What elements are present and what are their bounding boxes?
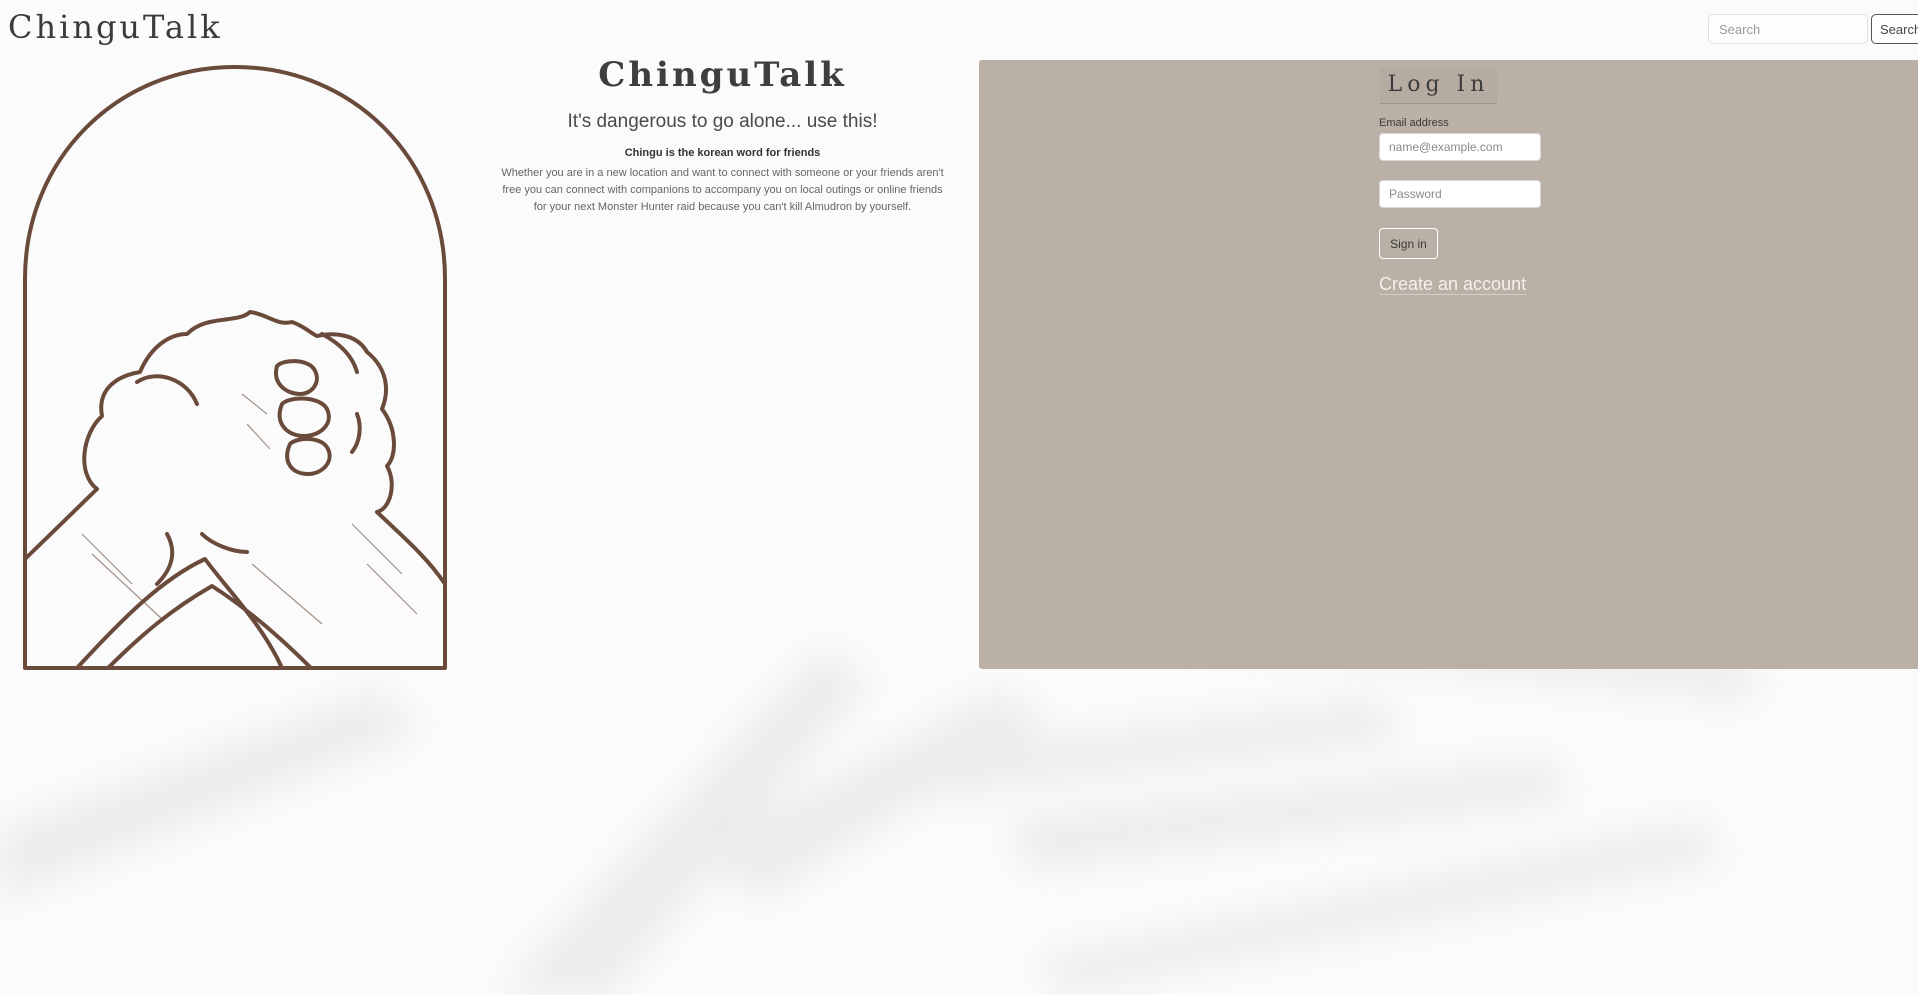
search-button[interactable]: Search bbox=[1871, 14, 1918, 44]
page: ChinguTalk Search ChinguTal bbox=[0, 0, 1918, 995]
intro-section: ChinguTalk It's dangerous to go alone...… bbox=[495, 55, 950, 216]
hero-tagline: It's dangerous to go alone... use this! bbox=[567, 111, 878, 132]
login-title: Log In bbox=[1380, 67, 1497, 104]
password-field[interactable] bbox=[1379, 180, 1541, 208]
hero-subheading: Chingu is the korean word for friends bbox=[624, 147, 821, 159]
create-account-link[interactable]: Create an account bbox=[1379, 274, 1526, 295]
hero-title: ChinguTalk bbox=[598, 55, 847, 95]
search-input[interactable] bbox=[1708, 14, 1868, 44]
email-label: Email address bbox=[1379, 117, 1449, 129]
hero-description: Whether you are in a new location and wa… bbox=[501, 167, 944, 213]
login-panel: Log In Email address Sign in Create an a… bbox=[979, 60, 1918, 669]
sign-in-button[interactable]: Sign in bbox=[1379, 228, 1438, 259]
brand-logo[interactable]: ChinguTalk bbox=[8, 8, 223, 46]
email-field[interactable] bbox=[1379, 133, 1541, 161]
handshake-illustration bbox=[23, 65, 447, 670]
